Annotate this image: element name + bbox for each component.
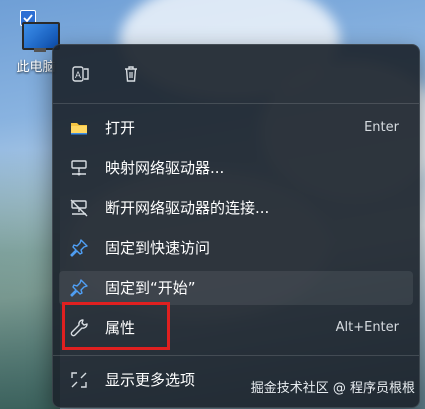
menu-item-label: 断开网络驱动器的连接...	[105, 199, 270, 217]
folder-icon	[69, 118, 89, 138]
foliage	[0, 149, 60, 409]
context-menu: A 打开 Enter 映射网络驱动器... 断开网络驱动器的连接... 固定到快…	[52, 44, 420, 408]
menu-separator	[53, 355, 419, 356]
translate-icon[interactable]: A	[67, 60, 95, 88]
highlight-annotation	[62, 302, 170, 350]
menu-item-pin-start[interactable]: 固定到“开始”	[59, 271, 413, 305]
menu-separator	[53, 103, 419, 104]
menu-item-pin-quick-access[interactable]: 固定到快速访问	[59, 231, 413, 265]
menu-item-label: 打开	[105, 119, 136, 137]
network-drive-icon	[69, 158, 89, 178]
menu-item-label: 映射网络驱动器...	[105, 159, 225, 177]
menu-item-shortcut: Alt+Enter	[335, 320, 399, 335]
menu-item-shortcut: Enter	[364, 120, 399, 135]
disconnect-drive-icon	[69, 198, 89, 218]
menu-item-label: 固定到“开始”	[105, 279, 196, 297]
menu-item-map-network-drive[interactable]: 映射网络驱动器...	[59, 151, 413, 185]
monitor-stand	[34, 48, 46, 52]
svg-text:A: A	[75, 70, 81, 80]
menu-item-label: 固定到快速访问	[105, 239, 211, 257]
menu-item-open[interactable]: 打开 Enter	[59, 111, 413, 145]
pin-icon	[69, 238, 89, 258]
expand-icon	[69, 370, 89, 390]
pin-icon	[69, 278, 89, 298]
menu-item-disconnect-network-drive[interactable]: 断开网络驱动器的连接...	[59, 191, 413, 225]
menu-top-actions: A	[53, 45, 419, 103]
watermark: 掘金技术社区 @ 程序员根根	[250, 381, 415, 396]
menu-item-label: 显示更多选项	[105, 371, 196, 389]
trash-icon[interactable]	[117, 60, 145, 88]
